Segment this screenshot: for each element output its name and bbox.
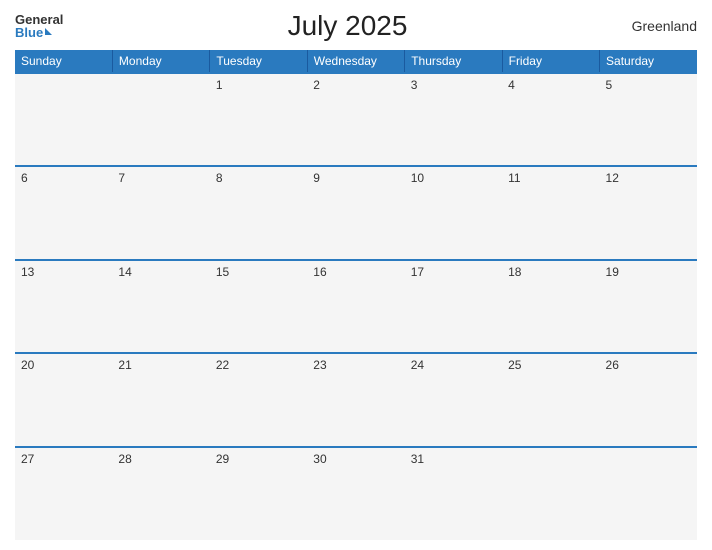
table-row: 1 bbox=[210, 73, 307, 166]
day-number: 5 bbox=[606, 78, 613, 92]
table-row: 7 bbox=[112, 166, 209, 259]
day-number: 25 bbox=[508, 358, 521, 372]
table-row: 19 bbox=[600, 260, 697, 353]
calendar-title: July 2025 bbox=[288, 10, 408, 42]
calendar-week-row: 20 21 22 23 24 25 26 bbox=[15, 353, 697, 446]
table-row: 26 bbox=[600, 353, 697, 446]
header-monday: Monday bbox=[112, 50, 209, 73]
day-number: 12 bbox=[606, 171, 619, 185]
table-row: 28 bbox=[112, 447, 209, 540]
table-row: 5 bbox=[600, 73, 697, 166]
page-header: General Blue July 2025 Greenland bbox=[15, 10, 697, 42]
table-row: 9 bbox=[307, 166, 404, 259]
logo: General Blue bbox=[15, 13, 63, 39]
table-row: 25 bbox=[502, 353, 599, 446]
table-row: 30 bbox=[307, 447, 404, 540]
table-row: 27 bbox=[15, 447, 112, 540]
day-number: 22 bbox=[216, 358, 229, 372]
day-number: 28 bbox=[118, 452, 131, 466]
day-number: 7 bbox=[118, 171, 125, 185]
day-number: 4 bbox=[508, 78, 515, 92]
day-number: 6 bbox=[21, 171, 28, 185]
table-row: 4 bbox=[502, 73, 599, 166]
header-thursday: Thursday bbox=[405, 50, 502, 73]
table-row: 21 bbox=[112, 353, 209, 446]
header-friday: Friday bbox=[502, 50, 599, 73]
header-tuesday: Tuesday bbox=[210, 50, 307, 73]
day-number: 3 bbox=[411, 78, 418, 92]
table-row bbox=[502, 447, 599, 540]
table-row: 16 bbox=[307, 260, 404, 353]
day-number: 13 bbox=[21, 265, 34, 279]
day-number: 31 bbox=[411, 452, 424, 466]
region-label: Greenland bbox=[632, 18, 697, 34]
day-number: 23 bbox=[313, 358, 326, 372]
day-number: 15 bbox=[216, 265, 229, 279]
day-number: 18 bbox=[508, 265, 521, 279]
logo-blue-text: Blue bbox=[15, 26, 52, 39]
day-number: 27 bbox=[21, 452, 34, 466]
table-row bbox=[112, 73, 209, 166]
table-row: 18 bbox=[502, 260, 599, 353]
day-number: 26 bbox=[606, 358, 619, 372]
table-row: 29 bbox=[210, 447, 307, 540]
calendar-week-row: 1 2 3 4 5 bbox=[15, 73, 697, 166]
day-number: 21 bbox=[118, 358, 131, 372]
table-row: 23 bbox=[307, 353, 404, 446]
day-number: 29 bbox=[216, 452, 229, 466]
table-row: 13 bbox=[15, 260, 112, 353]
day-number: 30 bbox=[313, 452, 326, 466]
table-row: 24 bbox=[405, 353, 502, 446]
table-row: 8 bbox=[210, 166, 307, 259]
day-number: 11 bbox=[508, 171, 520, 185]
header-wednesday: Wednesday bbox=[307, 50, 404, 73]
calendar-week-row: 6 7 8 9 10 11 12 bbox=[15, 166, 697, 259]
calendar-week-row: 13 14 15 16 17 18 19 bbox=[15, 260, 697, 353]
day-number: 24 bbox=[411, 358, 424, 372]
calendar-table: Sunday Monday Tuesday Wednesday Thursday… bbox=[15, 50, 697, 540]
table-row: 12 bbox=[600, 166, 697, 259]
day-number: 14 bbox=[118, 265, 131, 279]
table-row: 3 bbox=[405, 73, 502, 166]
table-row: 15 bbox=[210, 260, 307, 353]
table-row: 11 bbox=[502, 166, 599, 259]
table-row: 17 bbox=[405, 260, 502, 353]
day-number: 8 bbox=[216, 171, 223, 185]
table-row: 14 bbox=[112, 260, 209, 353]
day-number: 20 bbox=[21, 358, 34, 372]
table-row bbox=[600, 447, 697, 540]
header-sunday: Sunday bbox=[15, 50, 112, 73]
table-row: 22 bbox=[210, 353, 307, 446]
header-saturday: Saturday bbox=[600, 50, 697, 73]
day-number: 1 bbox=[216, 78, 223, 92]
table-row: 20 bbox=[15, 353, 112, 446]
logo-triangle-icon bbox=[45, 28, 52, 35]
table-row: 31 bbox=[405, 447, 502, 540]
calendar-week-row: 27 28 29 30 31 bbox=[15, 447, 697, 540]
day-number: 16 bbox=[313, 265, 326, 279]
table-row: 2 bbox=[307, 73, 404, 166]
day-number: 2 bbox=[313, 78, 320, 92]
day-number: 9 bbox=[313, 171, 320, 185]
day-number: 19 bbox=[606, 265, 619, 279]
table-row bbox=[15, 73, 112, 166]
table-row: 6 bbox=[15, 166, 112, 259]
table-row: 10 bbox=[405, 166, 502, 259]
day-number: 17 bbox=[411, 265, 424, 279]
weekday-header-row: Sunday Monday Tuesday Wednesday Thursday… bbox=[15, 50, 697, 73]
day-number: 10 bbox=[411, 171, 424, 185]
